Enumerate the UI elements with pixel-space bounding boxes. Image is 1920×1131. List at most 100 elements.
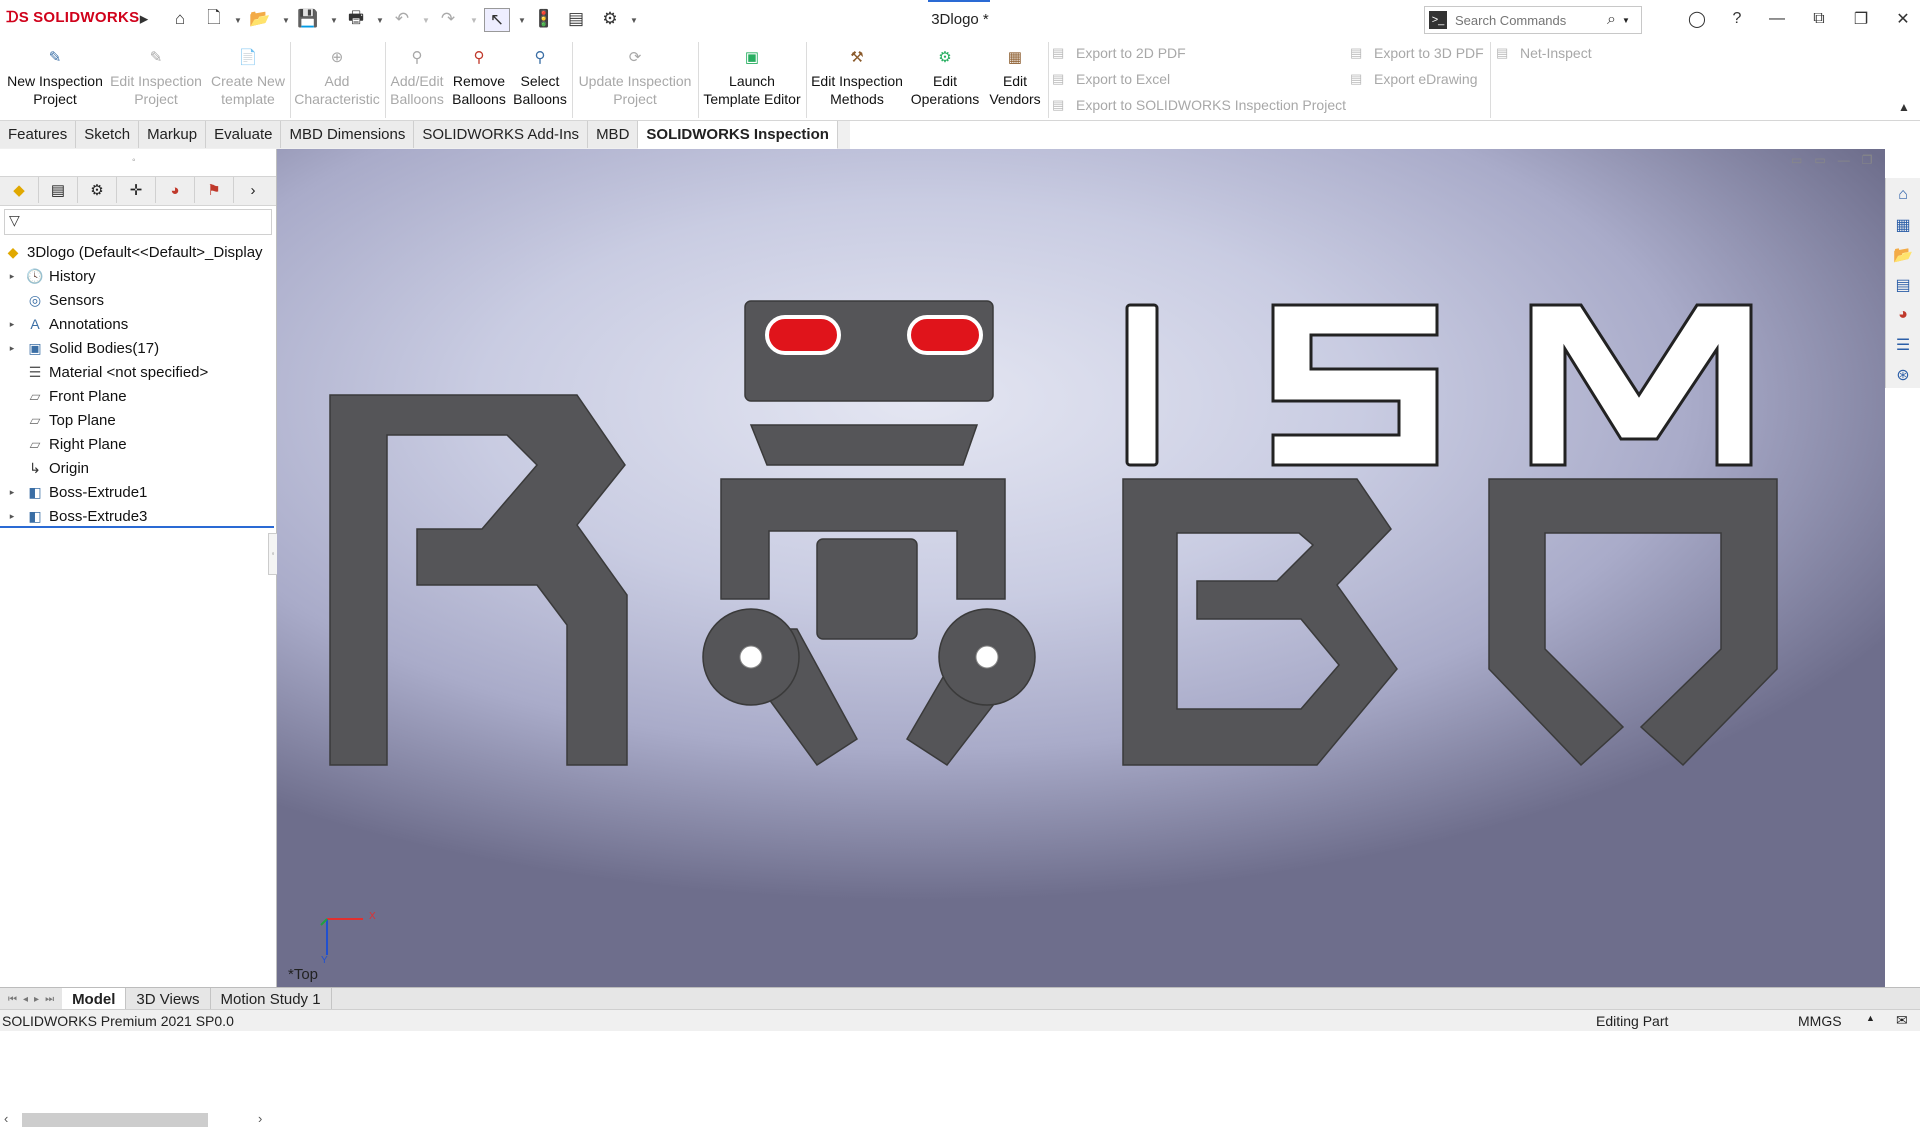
tab-evaluate[interactable]: Evaluate (206, 121, 282, 148)
maximize-icon[interactable]: ⧉ (1804, 8, 1834, 30)
inspection-methods-icon: ⚒ (850, 49, 864, 66)
tab-model[interactable]: Model (62, 988, 127, 1010)
units-dropdown-icon[interactable]: ▲ (1866, 1013, 1875, 1023)
tree-item-material[interactable]: ☰ Material <not specified> (0, 361, 209, 383)
scrollbar-thumb[interactable] (22, 1113, 208, 1127)
expand-icon[interactable]: ▸ (6, 271, 18, 282)
panel-grip-icon[interactable]: ◦ (132, 155, 136, 166)
tree-item-top-plane[interactable]: ▱ Top Plane (0, 409, 116, 431)
edit-inspection-project-button[interactable]: ✎ Edit Inspection Project (108, 42, 204, 116)
property-manager-tab-icon[interactable]: ▤ (39, 177, 78, 203)
separator (290, 42, 291, 118)
viewport-tile-icon[interactable]: ▭ (1791, 153, 1802, 167)
dimxpert-tab-icon[interactable]: ✛ (117, 177, 156, 203)
close-icon[interactable]: ✕ (1888, 8, 1918, 30)
first-tab-icon[interactable]: ⏮ (8, 994, 17, 1005)
tab-mbd-dimensions[interactable]: MBD Dimensions (281, 121, 415, 148)
remove-balloons-button[interactable]: ⚲ Remove Balloons (450, 42, 508, 116)
tree-horizontal-scrollbar[interactable]: ‹ › (0, 1109, 276, 1131)
next-tab-icon[interactable]: ▸ (34, 994, 39, 1005)
export-3d-pdf-button[interactable]: ▤ Export to 3D PDF (1350, 42, 1484, 64)
sensors-icon: ◎ (28, 292, 42, 308)
tree-item-boss-extrude3[interactable]: ▸ ◧ Boss-Extrude3 (0, 505, 148, 527)
tree-item-history[interactable]: ▸ 🕓 History (0, 265, 96, 287)
tree-item-sensors[interactable]: ◎ Sensors (0, 289, 104, 311)
create-template-button[interactable]: 📄 Create New template (206, 42, 290, 116)
tab-sketch[interactable]: Sketch (76, 121, 140, 148)
tree-item-solid-bodies[interactable]: ▸ ▣ Solid Bodies(17) (0, 337, 159, 359)
scroll-right-icon[interactable]: › (258, 1111, 262, 1126)
export-edrawing-button[interactable]: ▤ Export eDrawing (1350, 68, 1478, 90)
tree-root[interactable]: ◆ 3Dlogo (Default<<Default>_Display (0, 241, 263, 263)
expand-icon[interactable]: ▸ (6, 487, 18, 498)
solid-bodies-icon: ▣ (28, 340, 42, 356)
viewport-tile2-icon[interactable]: ▭ (1814, 153, 1825, 167)
search-input[interactable] (1453, 11, 1607, 29)
select-balloons-button[interactable]: ⚲ Select Balloons (510, 42, 570, 116)
tab-3d-views[interactable]: 3D Views (126, 988, 211, 1010)
update-inspection-project-button[interactable]: ⟳ Update Inspection Project (574, 42, 696, 116)
tab-mbd[interactable]: MBD (588, 121, 639, 148)
export-sw-inspection-button[interactable]: ▤ Export to SOLIDWORKS Inspection Project (1052, 94, 1346, 116)
tab-features[interactable]: Features (0, 121, 77, 148)
help-icon[interactable]: ? (1722, 8, 1752, 30)
user-account-icon[interactable]: ◯ (1682, 8, 1712, 30)
tabs-scroll-right-icon[interactable]: › (234, 177, 272, 203)
tree-item-annotations[interactable]: ▸ A Annotations (0, 313, 129, 335)
inspection-tab-icon[interactable]: ⚑ (195, 177, 234, 203)
edit-vendors-button[interactable]: ▦ Edit Vendors (984, 42, 1046, 116)
feature-tree-tab-icon[interactable]: ◆ (0, 177, 39, 203)
edit-operations-button[interactable]: ⚙ Edit Operations (908, 42, 982, 116)
edit-inspection-methods-button[interactable]: ⚒ Edit Inspection Methods (808, 42, 906, 116)
appearances-icon[interactable]: ◕ (1890, 302, 1916, 328)
minimize-icon[interactable]: — (1762, 8, 1792, 30)
net-inspect-button[interactable]: ▤ Net-Inspect (1496, 42, 1592, 64)
tree-item-front-plane[interactable]: ▱ Front Plane (0, 385, 127, 407)
configuration-manager-tab-icon[interactable]: ⚙ (78, 177, 117, 203)
expand-icon[interactable]: ▸ (6, 343, 18, 354)
search-commands[interactable]: >_ ⌕ ▼ (1424, 6, 1642, 34)
model-geometry[interactable] (277, 149, 1885, 987)
tab-motion-study-1[interactable]: Motion Study 1 (211, 988, 332, 1010)
export-excel-button[interactable]: ▤ Export to Excel (1052, 68, 1170, 90)
scroll-left-icon[interactable]: ‹ (4, 1111, 8, 1126)
file-explorer-icon[interactable]: 📂 (1890, 242, 1916, 268)
unit-system[interactable]: MMGS (1798, 1013, 1842, 1029)
forum-icon[interactable]: ⊛ (1890, 362, 1916, 388)
viewport-close-icon[interactable]: ✕ (1884, 153, 1885, 167)
last-tab-icon[interactable]: ⏭ (45, 994, 54, 1005)
export-2d-pdf-button[interactable]: ▤ Export to 2D PDF (1052, 42, 1186, 64)
expand-icon[interactable]: ▸ (6, 511, 18, 522)
expand-icon[interactable]: ▸ (6, 319, 18, 330)
chat-icon[interactable]: ✉ (1896, 1012, 1908, 1029)
triad-y-label: Y (321, 955, 328, 966)
tree-filter[interactable]: ▽ (4, 209, 272, 235)
add-edit-balloons-button[interactable]: ⚲ Add/Edit Balloons (386, 42, 448, 116)
tab-markup[interactable]: Markup (139, 121, 207, 148)
search-dropdown-icon[interactable]: ▼ (1622, 16, 1630, 25)
custom-properties-icon[interactable]: ☰ (1890, 332, 1916, 358)
edrawing-icon: ▤ (1350, 71, 1363, 86)
robot-left-eye (765, 315, 841, 355)
search-icon[interactable]: ⌕ (1607, 11, 1616, 29)
tab-solidworks-add-ins[interactable]: SOLIDWORKS Add-Ins (414, 121, 589, 148)
new-inspection-project-button[interactable]: ✎ New Inspection Project (4, 42, 106, 116)
viewport-minimize-icon[interactable]: — (1838, 153, 1850, 167)
design-library-icon[interactable]: ▦ (1890, 212, 1916, 238)
viewport-restore-icon[interactable]: ❐ (1862, 153, 1873, 167)
restore-icon[interactable]: ❐ (1846, 8, 1876, 30)
graphics-area[interactable]: X Y ⌕ ⌕ ↶ ◧ ✎ ⬚ ◫ ◉ ◕ ◕ ▭ ▭ ▭ — ❐ ✕ (277, 149, 1885, 987)
rollback-bar[interactable] (0, 526, 274, 528)
tree-item-origin[interactable]: ↳ Origin (0, 457, 89, 479)
collapse-ribbon-icon[interactable]: ▲ (1898, 100, 1910, 114)
tree-item-label: Material <not specified> (49, 363, 209, 381)
prev-tab-icon[interactable]: ◂ (23, 994, 28, 1005)
view-palette-icon[interactable]: ▤ (1890, 272, 1916, 298)
display-manager-tab-icon[interactable]: ◕ (156, 177, 195, 203)
sw-resources-icon[interactable]: ⌂ (1890, 182, 1916, 208)
add-characteristic-button[interactable]: ⊕ Add Characteristic (292, 42, 382, 116)
tab-solidworks-inspection[interactable]: SOLIDWORKS Inspection (638, 121, 838, 149)
launch-template-editor-button[interactable]: ▣ Launch Template Editor (700, 42, 804, 116)
tree-item-right-plane[interactable]: ▱ Right Plane (0, 433, 127, 455)
tree-item-boss-extrude1[interactable]: ▸ ◧ Boss-Extrude1 (0, 481, 148, 503)
